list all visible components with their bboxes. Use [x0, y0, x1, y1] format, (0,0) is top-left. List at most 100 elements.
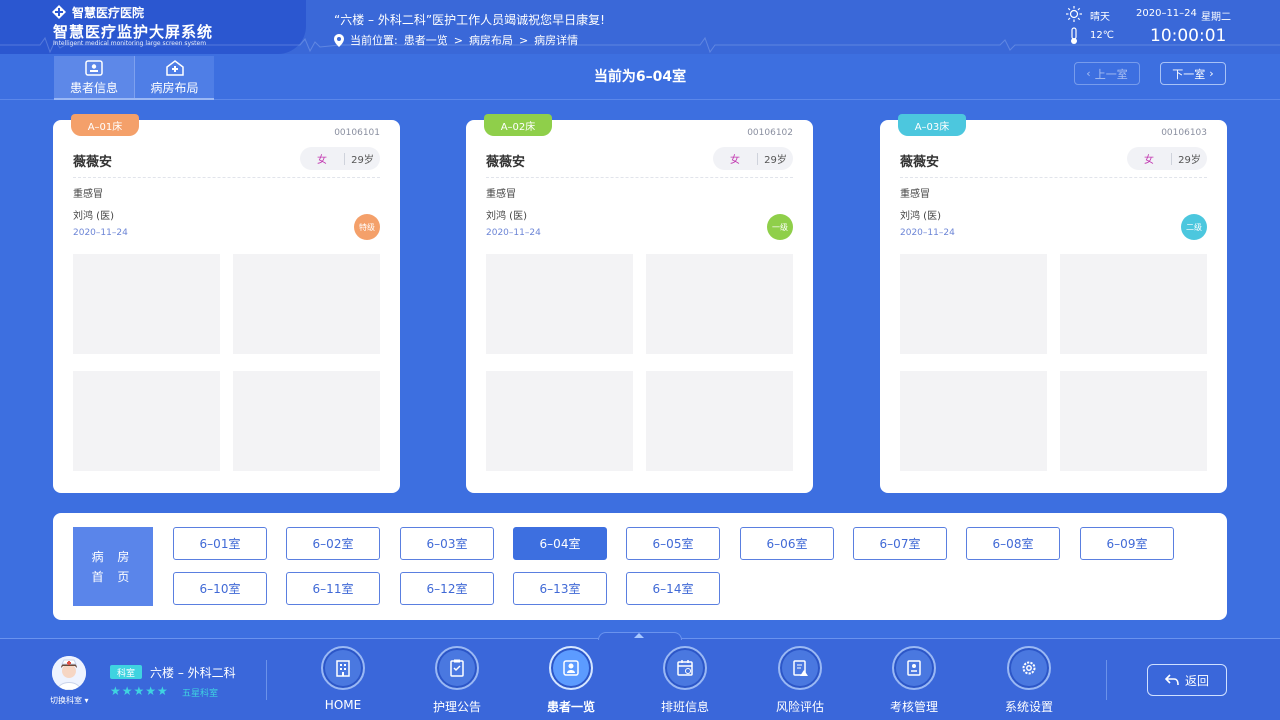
- footer-divider: [266, 660, 267, 700]
- care-level-badge: 一级: [767, 214, 793, 240]
- room-button[interactable]: 6–05室: [626, 527, 720, 560]
- nav-schedule[interactable]: 排班信息: [645, 646, 725, 720]
- breadcrumb-separator: >: [453, 33, 463, 47]
- bed-number-tag: A–01床: [71, 114, 139, 136]
- switch-department-button[interactable]: 切换科室 ▾: [50, 695, 89, 706]
- nav-icon-circle: [1007, 646, 1051, 690]
- room-button-active[interactable]: 6–04室: [513, 527, 607, 560]
- image-placeholder: [233, 371, 380, 471]
- temperature-text: 12℃: [1090, 30, 1114, 41]
- breadcrumb: 当前位置: 患者一览 > 病房布局 > 病房详情: [334, 32, 578, 48]
- footer-divider: [1106, 660, 1107, 700]
- room-button[interactable]: 6–08室: [966, 527, 1060, 560]
- nav-system-settings[interactable]: 系统设置: [989, 646, 1069, 720]
- room-button[interactable]: 6–03室: [400, 527, 494, 560]
- caret-down-icon: ▾: [84, 696, 89, 705]
- chevron-right-icon: ›: [1209, 67, 1214, 80]
- room-button[interactable]: 6–12室: [400, 572, 494, 605]
- diagnosis: 重感冒: [486, 189, 516, 200]
- gender-age-pill: 女 29岁: [1127, 147, 1207, 170]
- sun-icon: [1066, 6, 1082, 22]
- department-badge: 科室: [110, 665, 142, 679]
- clock-time: 10:00:01: [1150, 26, 1227, 46]
- location-label: 当前位置:: [350, 34, 398, 47]
- top-header: 智慧医疗医院 智慧医疗监护大屏系统 Intelligent medical mo…: [0, 0, 1280, 54]
- bed-number-tag: A–03床: [898, 114, 966, 136]
- room-button[interactable]: 6–09室: [1080, 527, 1174, 560]
- room-button[interactable]: 6–14室: [626, 572, 720, 605]
- previous-room-button[interactable]: ‹ 上一室: [1074, 62, 1140, 85]
- bed-card[interactable]: A–02床 00106102 薇薇安 女 29岁 重感冒 刘鸿 (医) 2020–…: [466, 114, 813, 493]
- weekday-text: 星期二: [1201, 12, 1231, 23]
- card-divider: [73, 177, 380, 178]
- gender-age-pill: 女 29岁: [713, 147, 793, 170]
- building-icon: [336, 660, 350, 677]
- location-pin-icon: [334, 33, 344, 47]
- patient-age: 29岁: [1178, 155, 1201, 166]
- admission-date: 2020–11–24: [73, 228, 128, 238]
- nurse-avatar[interactable]: [52, 656, 86, 690]
- date-text: 2020–11–24: [1136, 8, 1197, 19]
- image-placeholder: [73, 371, 220, 471]
- image-placeholder: [1060, 371, 1207, 471]
- patient-age: 29岁: [351, 155, 374, 166]
- ward-home-label: 病 房: [91, 549, 135, 564]
- chevron-left-icon: ‹: [1086, 67, 1091, 80]
- patient-gender: 女: [730, 155, 740, 166]
- gear-icon: [1022, 661, 1036, 675]
- patient-id: 00106101: [334, 128, 380, 138]
- clipboard-icon: [450, 659, 464, 677]
- ward-home-button[interactable]: 病 房 首 页: [73, 527, 153, 606]
- risk-document-icon: [793, 660, 808, 676]
- patient-age: 29岁: [764, 155, 787, 166]
- back-button[interactable]: 返回: [1147, 664, 1227, 696]
- image-placeholder: [646, 254, 793, 354]
- image-placeholder: [486, 371, 633, 471]
- image-placeholder: [900, 254, 1047, 354]
- nav-label: HOME: [324, 698, 362, 712]
- return-arrow-icon: [1164, 674, 1179, 686]
- breadcrumb-item-layout[interactable]: 病房布局: [469, 32, 513, 48]
- nurse-avatar-icon: [52, 656, 86, 690]
- nav-label: 系统设置: [1004, 700, 1053, 714]
- breadcrumb-item-detail: 病房详情: [534, 34, 579, 47]
- ward-home-label: 首 页: [91, 569, 135, 584]
- nav-nursing-notice[interactable]: 护理公告: [417, 646, 497, 720]
- up-arrow-icon[interactable]: [634, 633, 644, 638]
- room-button[interactable]: 6–06室: [740, 527, 834, 560]
- care-level-badge: 二级: [1181, 214, 1207, 240]
- system-title: 智慧医疗监护大屏系统: [53, 23, 214, 41]
- doctor-name: 刘鸿 (医): [900, 211, 941, 222]
- nav-patient-list[interactable]: 患者一览: [531, 646, 611, 720]
- nav-risk-assessment[interactable]: 风险评估: [760, 646, 840, 720]
- room-button[interactable]: 6–11室: [286, 572, 380, 605]
- nav-home[interactable]: HOME: [303, 646, 383, 720]
- care-level-badge: 特级: [354, 214, 380, 240]
- nav-label: 患者一览: [546, 700, 595, 714]
- room-button[interactable]: 6–10室: [173, 572, 267, 605]
- back-label: 返回: [1184, 673, 1209, 688]
- diagnosis: 重感冒: [900, 189, 930, 200]
- next-room-label: 下一室: [1172, 67, 1206, 81]
- image-placeholder: [73, 254, 220, 354]
- hospital-name: 智慧医疗医院: [72, 6, 145, 20]
- breadcrumb-item-patients[interactable]: 患者一览: [404, 32, 448, 48]
- star-rating-label: 五星科室: [182, 689, 219, 699]
- nav-icon-circle: [549, 646, 593, 690]
- bed-card[interactable]: A–03床 00106103 薇薇安 女 29岁 重感冒 刘鸿 (医) 2020–…: [880, 114, 1227, 493]
- bed-number-tag: A–02床: [484, 114, 552, 136]
- nav-label: 排班信息: [660, 700, 709, 714]
- nav-icon-circle: [435, 646, 479, 690]
- next-room-button[interactable]: 下一室 ›: [1160, 62, 1226, 85]
- room-button[interactable]: 6–02室: [286, 527, 380, 560]
- room-button[interactable]: 6–07室: [853, 527, 947, 560]
- calendar-icon: [677, 660, 693, 676]
- star-rating: ★★★★★: [110, 684, 169, 698]
- bed-card[interactable]: A–01床 00106101 薇薇安 女 29岁 重感冒 刘鸿 (医) 2020–…: [53, 114, 400, 493]
- room-button[interactable]: 6–01室: [173, 527, 267, 560]
- thermometer-icon: [1071, 27, 1077, 44]
- patient-name: 薇薇安: [900, 155, 940, 170]
- room-button[interactable]: 6–13室: [513, 572, 607, 605]
- breadcrumb-separator: >: [518, 33, 529, 47]
- nav-assessment-management[interactable]: 考核管理: [874, 646, 954, 720]
